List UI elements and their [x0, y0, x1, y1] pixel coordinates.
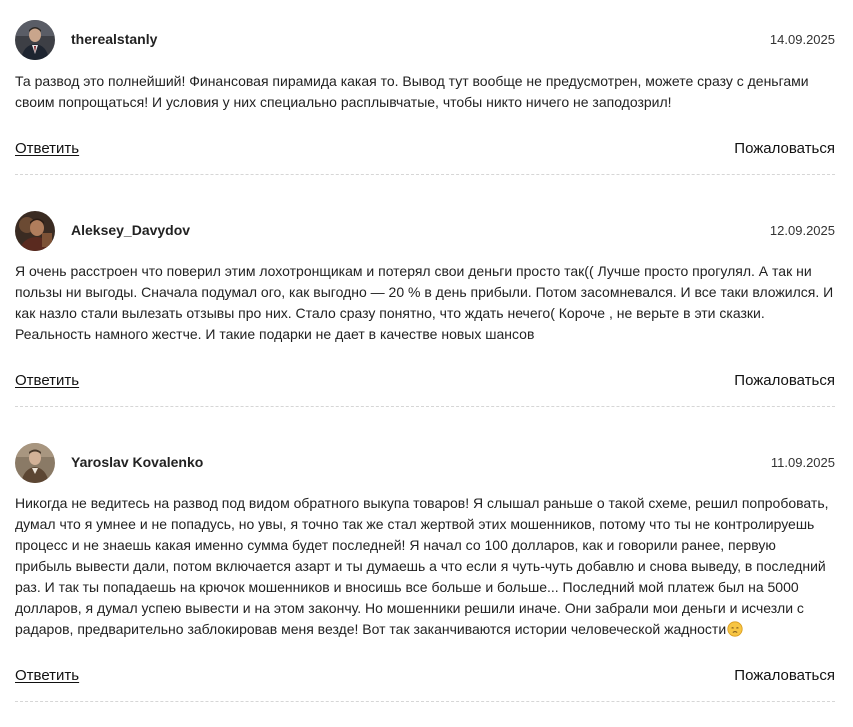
reply-link[interactable]: Ответить [15, 140, 79, 157]
comment-divider [15, 174, 835, 175]
comment-header: therealstanly 14.09.2025 [15, 20, 835, 62]
comment-date: 11.09.2025 [770, 455, 835, 470]
disappointed-face-emoji-icon [727, 621, 743, 643]
comment-header: Yaroslav Kovalenko 11.09.2025 [15, 443, 835, 485]
username[interactable]: therealstanly [71, 31, 157, 47]
comment-actions: Ответить Пожаловаться [15, 372, 835, 392]
report-link[interactable]: Пожаловаться [734, 372, 835, 389]
user-avatar[interactable] [15, 20, 55, 60]
comment-date: 14.09.2025 [769, 32, 835, 47]
comment-actions: Ответить Пожаловаться [15, 140, 835, 160]
comment-divider [15, 701, 835, 702]
user-avatar[interactable] [15, 443, 55, 483]
username[interactable]: Aleksey_Davydov [71, 222, 190, 238]
comment-header: Aleksey_Davydov 12.09.2025 [15, 211, 835, 253]
comment-date: 12.09.2025 [769, 223, 835, 238]
comment-text: Та развод это полнейший! Финансовая пира… [15, 73, 809, 110]
comment-divider [15, 406, 835, 407]
comment-text: Никогда не ведитесь на развод под видом … [15, 493, 835, 643]
comments-list: therealstanly 14.09.2025 Та развод это п… [0, 0, 853, 727]
comment-text: Я очень расстроен что поверил этим лохот… [15, 263, 834, 342]
comment-actions: Ответить Пожаловаться [15, 667, 835, 687]
reply-link[interactable]: Ответить [15, 667, 79, 684]
reply-link[interactable]: Ответить [15, 372, 79, 389]
username[interactable]: Yaroslav Kovalenko [71, 454, 203, 470]
report-link[interactable]: Пожаловаться [734, 667, 835, 684]
user-avatar[interactable] [15, 211, 55, 251]
comment-text-body: Никогда не ведитесь на развод под видом … [15, 495, 829, 637]
report-link[interactable]: Пожаловаться [734, 140, 835, 157]
